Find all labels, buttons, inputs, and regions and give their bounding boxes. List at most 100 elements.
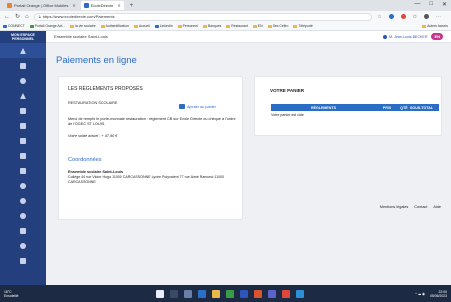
bookmark-item[interactable]: Banques [202, 24, 221, 28]
profile-icon[interactable] [424, 13, 429, 19]
tray-icons[interactable]: ^ ☁ ◉ [415, 292, 425, 296]
bookmark-item[interactable]: Accueil [133, 24, 150, 28]
sidebar-item-cloud[interactable] [0, 193, 46, 208]
folder-icon [252, 24, 257, 28]
toolbar-icons: ☆ ✩ ⋯ [377, 13, 447, 20]
bookmark-item[interactable]: Téléporté [293, 24, 313, 28]
presentation-icon [20, 152, 26, 159]
back-icon[interactable]: ← [4, 14, 10, 20]
chrome-icon[interactable] [281, 289, 290, 298]
taskview-icon[interactable] [183, 289, 192, 298]
bookmark-item[interactable]: CONNECT [3, 24, 25, 28]
bookmark-label: la vie scolaire [75, 24, 96, 28]
minimize-icon[interactable]: — [414, 1, 420, 8]
home-icon[interactable]: ⌂ [25, 14, 29, 20]
sidebar-item-agenda[interactable] [0, 253, 46, 268]
sidebar-item-notes[interactable] [0, 133, 46, 148]
sidebar-item-grades[interactable] [0, 88, 46, 103]
url-field[interactable]: 🔒︎ https://www.ecoledirecte.com/Paiement… [33, 12, 373, 21]
sidebar-brand[interactable]: MON ESPACE PERSONNEL [0, 31, 46, 43]
column-header: PRIX [382, 105, 392, 110]
window-controls: — □ ✕ [414, 1, 447, 8]
sidebar-item-list[interactable] [0, 223, 46, 238]
bookmark-item[interactable]: Restaurant [226, 24, 248, 28]
bookmark-item[interactable]: EN [252, 24, 263, 28]
cart-icon [179, 104, 185, 109]
bookmark-item[interactable]: LinkedIn [154, 24, 173, 28]
profile-badge[interactable]: EN [431, 33, 443, 40]
bookmark-item[interactable]: la vie scolaire [70, 24, 96, 28]
edge-icon[interactable] [197, 289, 206, 298]
tab-portail-orange[interactable]: Portail Orange | Office Mobiles ✕ [4, 1, 79, 10]
bookmark-label: Portail Orange Act... [34, 24, 66, 28]
settings-icon [20, 242, 26, 249]
bookmark-icon [3, 24, 7, 28]
explorer-icon[interactable] [211, 289, 220, 298]
extension-icon[interactable] [388, 13, 394, 19]
share-icon [20, 182, 26, 189]
bookmark-item[interactable]: Portail Orange Act... [29, 24, 66, 28]
proposals-card: LES RÈGLEMENTS PROPOSÉS RESTAURATION SCO… [58, 76, 243, 220]
sidebar-item-presentation[interactable] [0, 148, 46, 163]
proposals-heading: LES RÈGLEMENTS PROPOSÉS [68, 86, 143, 92]
sidebar-item-home[interactable] [0, 43, 46, 58]
add-to-cart-label: Ajouter au panier [187, 104, 216, 109]
bookmark-label: Restaurant [231, 24, 248, 28]
tab-ecoledirecte[interactable]: EcoleDirecte ✕ [80, 1, 124, 10]
clock[interactable]: 22:00 05/06/2023 [430, 290, 447, 298]
sidebar-item-settings[interactable] [0, 238, 46, 253]
bookmark-label: Ses Celfro [272, 24, 289, 28]
teams-icon[interactable] [267, 289, 276, 298]
add-to-cart-button[interactable]: Ajouter au panier [179, 104, 216, 109]
other-bookmarks[interactable]: Autres favoris [422, 24, 448, 28]
close-window-icon[interactable]: ✕ [442, 1, 447, 8]
user-menu[interactable]: M. Jean-Louis BECKER [383, 34, 427, 39]
powerpoint-icon[interactable] [253, 289, 262, 298]
favorites-icon[interactable]: ✩ [413, 14, 417, 20]
graduation-icon [20, 92, 26, 99]
bookmark-item[interactable]: Authentification [100, 24, 129, 28]
organization-address: Collège 44 rue Victor Hugo 11000 CARCASS… [68, 175, 225, 184]
cart-card: VOTRE PANIER RÈGLEMENTS PRIX QTÉ SOUS-TO… [254, 76, 442, 136]
bookmark-label: Authentification [105, 24, 129, 28]
school-name: Ensemble scolaire Saint-Louis [54, 34, 108, 39]
refresh-icon[interactable]: ↻ [15, 13, 20, 20]
sidebar-item-calendar[interactable] [0, 103, 46, 118]
folder-icon [267, 24, 272, 28]
new-tab-button[interactable]: + [126, 3, 138, 9]
user-icon [383, 34, 388, 39]
calendar-small-icon [20, 257, 26, 264]
contact-link[interactable]: Contact [414, 205, 427, 209]
help-link[interactable]: Aide [433, 205, 441, 209]
star-icon[interactable]: ☆ [377, 14, 381, 20]
taskbar-apps [44, 289, 415, 298]
bookmark-label: EN [257, 24, 263, 28]
start-icon[interactable] [155, 289, 164, 298]
weather-widget[interactable]: 18°C Ensoleillé [4, 290, 44, 298]
more-icon[interactable]: ⋯ [436, 14, 441, 20]
sidebar-item-files[interactable] [0, 163, 46, 178]
weather-desc: Ensoleillé [4, 293, 19, 298]
sidebar-item-documents[interactable] [0, 118, 46, 133]
folder-icon [177, 24, 182, 28]
linkedin-icon [154, 24, 159, 28]
word-icon[interactable] [239, 289, 248, 298]
search-icon[interactable] [169, 289, 178, 298]
sidebar-item-users[interactable] [0, 73, 46, 88]
cloud-icon [20, 197, 26, 204]
legal-link[interactable]: Mentions légales [380, 205, 409, 209]
home-icon [20, 47, 26, 54]
outlook-icon[interactable] [295, 289, 304, 298]
bookmark-item[interactable]: Personnel [177, 24, 198, 28]
close-tab-icon[interactable]: ✕ [117, 3, 120, 8]
sidebar-item-messages[interactable] [0, 58, 46, 73]
excel-icon[interactable] [225, 289, 234, 298]
maximize-icon[interactable]: □ [429, 1, 433, 8]
users-icon [20, 77, 26, 84]
sidebar-item-payments[interactable] [0, 208, 46, 223]
close-tab-icon[interactable]: ✕ [72, 3, 75, 8]
bookmark-item[interactable]: Ses Celfro [267, 24, 289, 28]
sidebar-item-share[interactable] [0, 178, 46, 193]
column-header: QTÉ [400, 105, 408, 110]
extension-icon[interactable] [400, 13, 406, 19]
